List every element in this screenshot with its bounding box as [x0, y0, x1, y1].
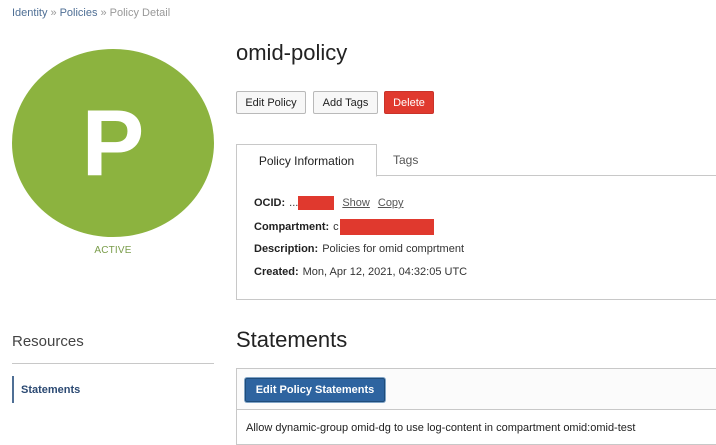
delete-button[interactable]: Delete	[384, 91, 434, 114]
resources-title: Resources	[12, 333, 84, 350]
compartment-value: c	[333, 221, 339, 233]
ocid-label: OCID:	[254, 197, 286, 209]
edit-policy-statements-button[interactable]: Edit Policy Statements	[245, 378, 385, 402]
tab-tags[interactable]: Tags	[393, 144, 418, 176]
ocid-copy-link[interactable]: Copy	[378, 197, 404, 209]
breadcrumb-identity-link[interactable]: Identity	[12, 7, 47, 19]
breadcrumb: Identity» Policies» Policy Detail	[12, 7, 170, 19]
ocid-redaction	[298, 196, 335, 210]
edit-policy-button[interactable]: Edit Policy	[236, 91, 306, 114]
breadcrumb-separator: »	[100, 7, 107, 19]
ocid-value: ...	[289, 197, 299, 209]
statement-row: Allow dynamic-group omid-dg to use log-c…	[246, 422, 636, 434]
resources-divider	[12, 363, 214, 364]
avatar: P	[12, 49, 214, 237]
compartment-row: Compartment: c	[254, 219, 434, 235]
breadcrumb-separator: »	[50, 7, 57, 19]
avatar-letter: P	[81, 90, 145, 195]
ocid-show-link[interactable]: Show	[342, 197, 370, 209]
statements-table: Edit Policy Statements Allow dynamic-gro…	[236, 368, 716, 445]
breadcrumb-policies-link[interactable]: Policies	[60, 7, 98, 19]
ocid-row: OCID: ... Show Copy	[254, 196, 404, 210]
status-badge: ACTIVE	[94, 245, 132, 256]
policy-information-panel: OCID: ... Show Copy Compartment: c Descr…	[236, 176, 716, 300]
breadcrumb-current: Policy Detail	[109, 7, 171, 19]
created-row: Created: Mon, Apr 12, 2021, 04:32:05 UTC	[254, 266, 467, 278]
compartment-label: Compartment:	[254, 221, 330, 233]
page-title: omid-policy	[236, 40, 348, 65]
compartment-redaction	[339, 219, 434, 235]
resources-item-statements[interactable]: Statements	[12, 376, 80, 403]
tab-policy-information[interactable]: Policy Information	[236, 144, 377, 177]
description-value: Policies for omid comprtment	[322, 243, 465, 255]
created-value: Mon, Apr 12, 2021, 04:32:05 UTC	[302, 266, 468, 278]
description-label: Description:	[254, 243, 319, 255]
statements-title: Statements	[236, 327, 348, 352]
action-buttons: Edit Policy Add Tags Delete	[236, 91, 434, 114]
add-tags-button[interactable]: Add Tags	[313, 91, 378, 114]
detail-tabs: Policy Information Tags	[236, 144, 716, 177]
created-label: Created:	[254, 266, 299, 278]
statements-toolbar: Edit Policy Statements	[237, 369, 716, 410]
description-row: Description: Policies for omid comprtmen…	[254, 243, 464, 255]
